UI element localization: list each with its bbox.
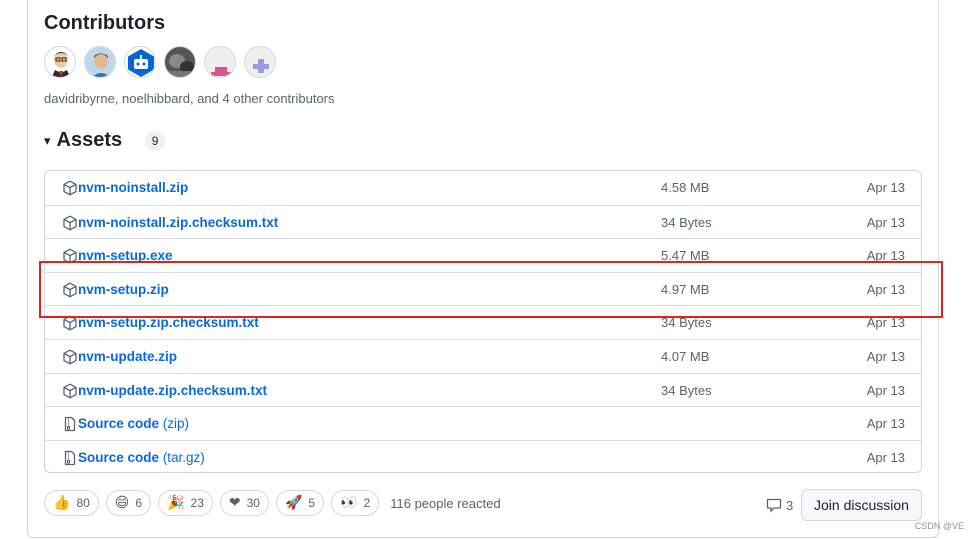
asset-list: nvm-noinstall.zip 4.58 MB Apr 13 nvm-noinst… bbox=[44, 170, 922, 473]
reaction-button[interactable]: 🚀 5 bbox=[275, 490, 325, 516]
asset-link[interactable]: nvm-setup.zip.checksum.txt bbox=[78, 315, 259, 330]
asset-row: nvm-setup.zip.checksum.txt 34 Bytes Apr 13 bbox=[45, 305, 921, 339]
assets-toggle[interactable]: ▾ Assets 9 bbox=[44, 129, 166, 152]
asset-link[interactable]: nvm-update.zip bbox=[78, 349, 177, 364]
reaction-count: 30 bbox=[246, 496, 260, 510]
reaction-button[interactable]: 🎉 23 bbox=[158, 490, 213, 516]
asset-row: nvm-setup.zip 4.97 MB Apr 13 bbox=[45, 271, 921, 306]
hooray-icon: 🎉 bbox=[167, 495, 185, 511]
asset-size: 4.07 MB bbox=[661, 348, 710, 364]
eyes-icon: 👀 bbox=[340, 495, 358, 511]
reaction-count: 23 bbox=[190, 496, 204, 510]
asset-name: nvm-setup.zip bbox=[78, 281, 169, 297]
reaction-button[interactable]: 👀 2 bbox=[331, 490, 380, 516]
comments-count[interactable]: 3 bbox=[766, 497, 793, 513]
asset-row: nvm-noinstall.zip 4.58 MB Apr 13 bbox=[45, 171, 921, 205]
asset-name: Source code bbox=[78, 449, 160, 465]
reaction-count: 5 bbox=[308, 496, 316, 510]
asset-link[interactable]: nvm-noinstall.zip bbox=[78, 180, 188, 195]
avatar-bot[interactable] bbox=[124, 46, 156, 78]
asset-row: nvm-update.zip 4.07 MB Apr 13 bbox=[45, 338, 921, 373]
package-icon bbox=[62, 315, 78, 331]
thumbs-up-icon: 👍 bbox=[53, 495, 71, 511]
avatar-purple-identicon[interactable] bbox=[244, 46, 276, 78]
assets-heading: Assets bbox=[56, 129, 123, 151]
package-icon bbox=[62, 349, 78, 365]
asset-size: 34 Bytes bbox=[661, 214, 712, 230]
asset-name: nvm-update.zip.checksum.txt bbox=[78, 382, 268, 398]
asset-date: Apr 13 bbox=[866, 416, 905, 432]
asset-name: nvm-update.zip bbox=[78, 348, 178, 364]
asset-link[interactable]: Source code (tar.gz) bbox=[78, 450, 205, 465]
asset-link[interactable]: nvm-setup.exe bbox=[78, 248, 173, 263]
file-zip-icon bbox=[62, 416, 78, 432]
asset-date: Apr 13 bbox=[866, 382, 905, 398]
asset-row: nvm-noinstall.zip.checksum.txt 34 Bytes Ap… bbox=[45, 204, 921, 239]
asset-name: Source code bbox=[78, 416, 160, 432]
rocket-icon: 🚀 bbox=[284, 495, 303, 511]
package-icon bbox=[62, 215, 78, 231]
avatar-cartoon-man[interactable] bbox=[44, 46, 76, 78]
asset-size: 4.97 MB bbox=[661, 281, 710, 297]
comment-count-label: 3 bbox=[786, 497, 794, 513]
reaction-button[interactable]: 😄 6 bbox=[105, 490, 152, 516]
contributors-heading: Contributors bbox=[44, 12, 166, 34]
join-discussion-button[interactable]: Join discussion bbox=[801, 489, 922, 521]
asset-date: Apr 13 bbox=[866, 348, 905, 364]
avatar-pink-identicon[interactable] bbox=[204, 46, 236, 78]
reaction-count: 80 bbox=[76, 496, 90, 510]
assets-count-badge: 9 bbox=[145, 130, 166, 151]
asset-name: nvm-noinstall.zip bbox=[78, 180, 189, 195]
asset-date: Apr 13 bbox=[866, 180, 905, 195]
asset-link[interactable]: nvm-noinstall.zip.checksum.txt bbox=[78, 215, 278, 230]
watermark: CSDN @VE bbox=[914, 521, 964, 531]
asset-name: nvm-noinstall.zip.checksum.txt bbox=[78, 214, 279, 230]
asset-date: Apr 13 bbox=[866, 449, 905, 465]
contributor-avatars bbox=[44, 46, 276, 78]
reaction-count: 6 bbox=[135, 496, 143, 510]
asset-name: nvm-setup.zip.checksum.txt bbox=[78, 315, 259, 331]
file-zip-icon bbox=[62, 450, 78, 466]
comment-icon bbox=[766, 498, 782, 513]
asset-row: Source code (tar.gz) Apr 13 bbox=[45, 439, 921, 472]
asset-size: 34 Bytes bbox=[661, 315, 712, 331]
asset-size: 4.58 MB bbox=[661, 180, 710, 195]
asset-date: Apr 13 bbox=[866, 248, 905, 264]
asset-link[interactable]: Source code (zip) bbox=[78, 416, 189, 431]
reactions-summary: 116 people reacted bbox=[390, 495, 501, 511]
contributors-summary: davidribyrne, noelhibbard, and 4 other c… bbox=[44, 91, 335, 106]
asset-link[interactable]: nvm-setup.zip bbox=[78, 282, 169, 297]
asset-row: Source code (zip) Apr 13 bbox=[45, 406, 921, 440]
asset-date: Apr 13 bbox=[866, 214, 905, 230]
package-icon bbox=[62, 180, 78, 196]
asset-date: Apr 13 bbox=[866, 315, 905, 331]
asset-suffix: (tar.gz) bbox=[159, 449, 205, 465]
package-icon bbox=[62, 383, 78, 399]
reaction-count: 2 bbox=[363, 496, 371, 510]
asset-size: 34 Bytes bbox=[661, 382, 712, 398]
asset-link[interactable]: nvm-update.zip.checksum.txt bbox=[78, 383, 267, 398]
package-icon bbox=[62, 282, 78, 298]
triangle-down-icon: ▾ bbox=[44, 132, 51, 148]
asset-row: nvm-update.zip.checksum.txt 34 Bytes Apr 1… bbox=[45, 372, 921, 407]
reactions-bar: 👍 80 😄 6 🎉 23 ❤ 30 🚀 5 👀 2 116 people reacted bbox=[44, 490, 501, 516]
asset-date: Apr 13 bbox=[866, 281, 905, 297]
asset-name: nvm-setup.exe bbox=[78, 248, 173, 264]
asset-row: nvm-setup.exe 5.47 MB Apr 13 bbox=[45, 238, 921, 272]
asset-suffix: (zip) bbox=[159, 416, 190, 432]
reaction-button[interactable]: 👍 80 bbox=[44, 490, 99, 516]
avatar-grayscale[interactable] bbox=[164, 46, 196, 78]
laugh-icon: 😄 bbox=[114, 495, 130, 511]
package-icon bbox=[62, 248, 78, 264]
reaction-button[interactable]: ❤ 30 bbox=[219, 490, 269, 516]
heart-icon: ❤ bbox=[228, 495, 241, 511]
avatar-man-photo[interactable] bbox=[84, 46, 116, 78]
asset-size: 5.47 MB bbox=[661, 248, 710, 264]
